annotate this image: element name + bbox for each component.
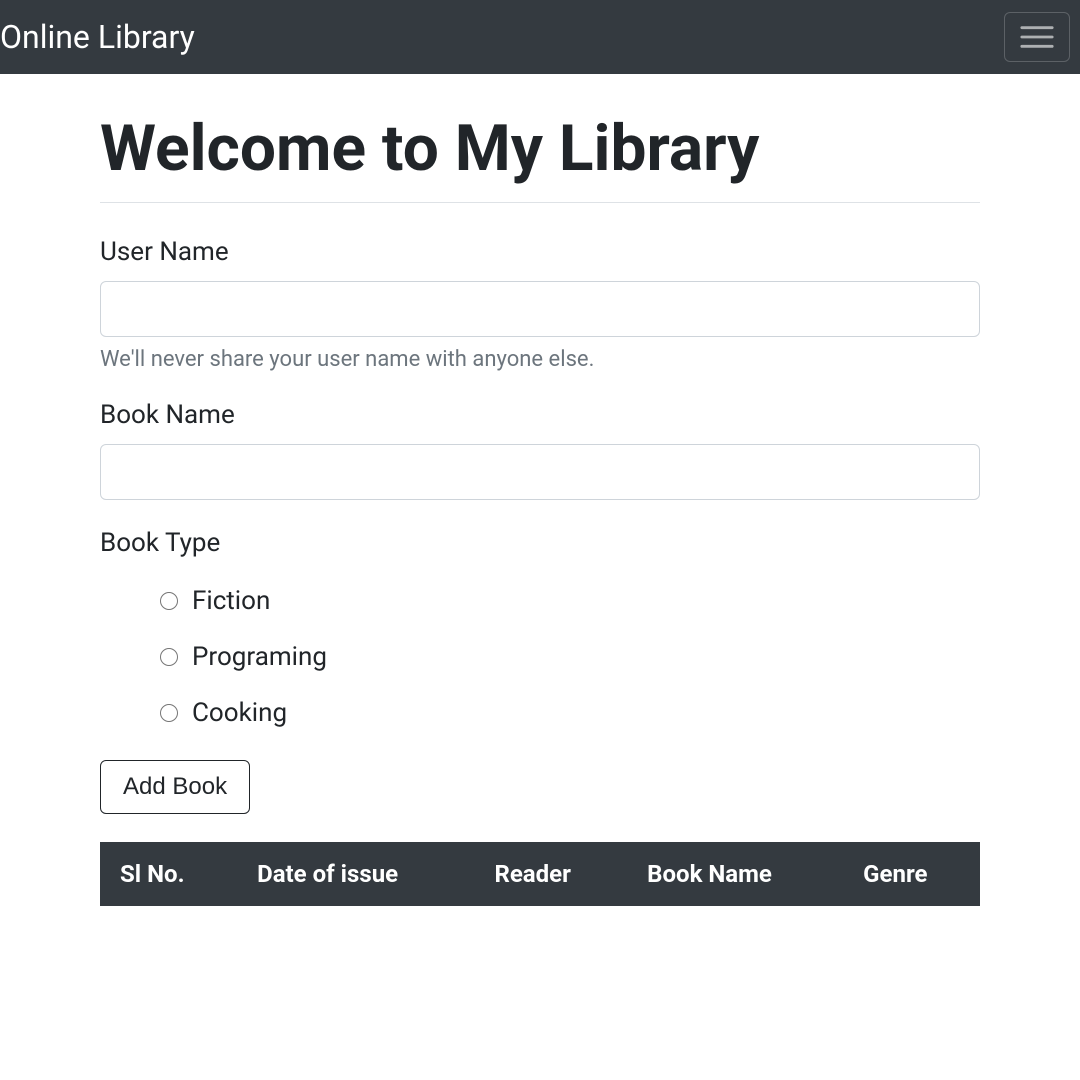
book-name-input[interactable] xyxy=(100,444,980,500)
add-book-button[interactable]: Add Book xyxy=(100,760,250,814)
table-header-book: Book Name xyxy=(627,842,843,906)
hamburger-icon xyxy=(1019,23,1055,51)
main-container: Welcome to My Library User Name We'll ne… xyxy=(100,74,980,906)
book-type-radio-label[interactable]: Programing xyxy=(192,642,327,672)
book-type-radio-fiction[interactable] xyxy=(160,592,178,610)
table-header-reader: Reader xyxy=(474,842,627,906)
navbar-brand[interactable]: Online Library xyxy=(0,18,195,56)
book-type-radio-cooking[interactable] xyxy=(160,704,178,722)
book-name-group: Book Name xyxy=(100,400,980,500)
book-name-label: Book Name xyxy=(100,400,980,430)
books-table: Sl No. Date of issue Reader Book Name Ge… xyxy=(100,842,980,906)
navbar-toggle-button[interactable] xyxy=(1004,12,1070,62)
table-header-date: Date of issue xyxy=(237,842,474,906)
book-type-radio-label[interactable]: Fiction xyxy=(192,586,270,616)
divider xyxy=(100,202,980,203)
radio-option: Programing xyxy=(160,642,980,672)
book-type-radio-label[interactable]: Cooking xyxy=(192,698,287,728)
book-type-group: Book Type Fiction Programing Cooking xyxy=(100,528,980,728)
user-name-help: We'll never share your user name with an… xyxy=(100,347,980,372)
table-header-row: Sl No. Date of issue Reader Book Name Ge… xyxy=(100,842,980,906)
user-name-input[interactable] xyxy=(100,281,980,337)
radio-option: Fiction xyxy=(160,586,980,616)
book-type-label: Book Type xyxy=(100,528,980,558)
user-name-label: User Name xyxy=(100,237,980,267)
table-header-genre: Genre xyxy=(843,842,980,906)
table-header-slno: Sl No. xyxy=(100,842,237,906)
book-type-radio-programing[interactable] xyxy=(160,648,178,666)
radio-option: Cooking xyxy=(160,698,980,728)
book-type-options: Fiction Programing Cooking xyxy=(100,586,980,728)
navbar: Online Library xyxy=(0,0,1080,74)
books-table-head: Sl No. Date of issue Reader Book Name Ge… xyxy=(100,842,980,906)
page-title: Welcome to My Library xyxy=(100,114,980,184)
user-name-group: User Name We'll never share your user na… xyxy=(100,237,980,372)
